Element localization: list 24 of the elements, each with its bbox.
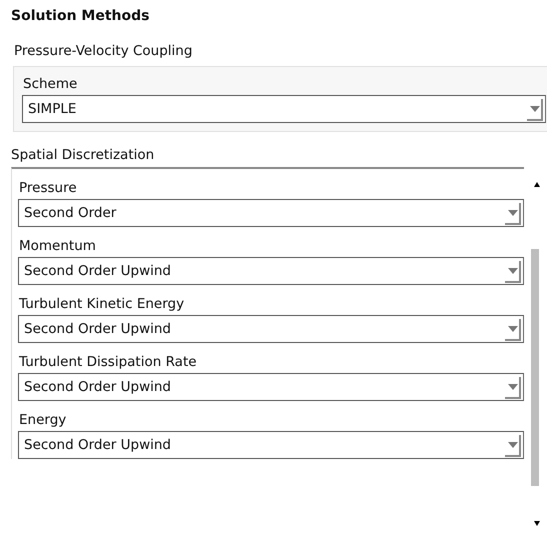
- section-title: Solution Methods: [11, 7, 150, 26]
- field-label: Scheme: [22, 75, 78, 94]
- dropdown-arrow-icon: [505, 259, 521, 283]
- dropdown[interactable]: Second Order: [18, 199, 524, 227]
- scrollbar-thumb[interactable]: [531, 249, 539, 486]
- dropdown-arrow-icon: [505, 433, 521, 457]
- dropdown[interactable]: Second Order Upwind: [18, 315, 524, 343]
- dropdown[interactable]: SIMPLE: [22, 95, 546, 123]
- group-label: Spatial Discretization: [11, 146, 154, 165]
- field-label: Momentum: [18, 237, 97, 256]
- dropdown-arrow-icon: [527, 97, 543, 121]
- field-label: Energy: [18, 411, 68, 430]
- field-label: Turbulent Dissipation Rate: [18, 353, 198, 372]
- field-label: Turbulent Kinetic Energy: [18, 295, 186, 314]
- dropdown-arrow-icon: [505, 375, 521, 399]
- dropdown[interactable]: Second Order Upwind: [18, 257, 524, 285]
- field-label: Pressure: [18, 179, 78, 198]
- dropdown-arrow-icon: [505, 317, 521, 341]
- scroll-up-icon[interactable]: [534, 182, 540, 187]
- group-label: Pressure-Velocity Coupling: [14, 42, 192, 61]
- dropdown[interactable]: Second Order Upwind: [18, 373, 524, 401]
- dropdown[interactable]: Second Order Upwind: [18, 431, 524, 459]
- dropdown-arrow-icon: [505, 201, 521, 225]
- scroll-down-icon[interactable]: [534, 521, 540, 526]
